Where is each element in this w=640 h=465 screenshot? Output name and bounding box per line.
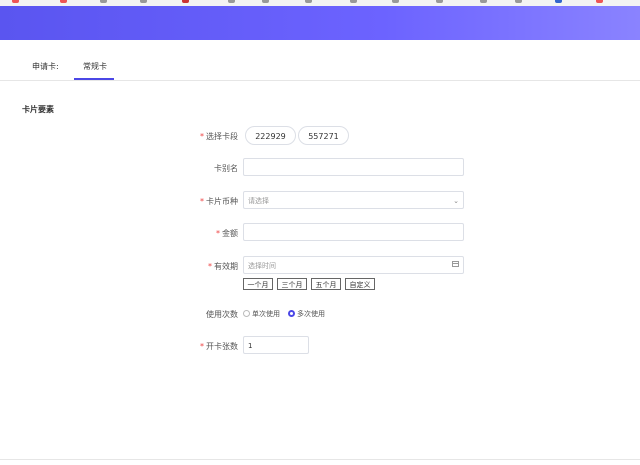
card-alias-label: 卡别名 [214,164,238,173]
quick-custom-button[interactable]: 自定义 [345,278,375,290]
card-count-label: * 开卡张数 [200,342,238,351]
quick-five-months-button[interactable]: 五个月 [311,278,341,290]
usage-label: 使用次数 [206,310,238,319]
radio-unchecked-icon [243,310,250,317]
usage-single-radio[interactable]: 单次使用 [243,309,280,319]
validity-label: * 有效期 [208,262,238,271]
currency-select[interactable]: 请选择 ⌄ [243,191,464,209]
active-tab-indicator [74,78,114,80]
radio-checked-icon [288,310,295,317]
amount-input[interactable] [243,223,464,241]
quick-one-month-button[interactable]: 一个月 [243,278,273,290]
quick-three-months-button[interactable]: 三个月 [277,278,307,290]
validity-date-picker[interactable]: 选择时间 [243,256,464,274]
header-banner [0,6,640,40]
tab-apply-card[interactable]: 申请卡: [32,56,59,78]
card-segment-label: * 选择卡段 [200,132,238,141]
currency-label: * 卡片币种 [200,197,238,206]
amount-label: * 金额 [216,229,238,238]
section-title: 卡片要素 [22,105,54,114]
usage-multiple-radio[interactable]: 多次使用 [288,309,325,319]
card-segment-option-1[interactable]: 222929 [245,126,296,145]
card-segment-option-2[interactable]: 557271 [298,126,349,145]
divider [0,459,640,460]
card-alias-input[interactable] [243,158,464,176]
tab-regular-card[interactable]: 常规卡 [83,56,107,78]
card-count-input[interactable]: 1 [243,336,309,354]
calendar-icon [452,261,459,267]
validity-placeholder: 选择时间 [248,262,276,270]
chevron-down-icon: ⌄ [453,197,459,205]
currency-placeholder: 请选择 [248,197,269,205]
